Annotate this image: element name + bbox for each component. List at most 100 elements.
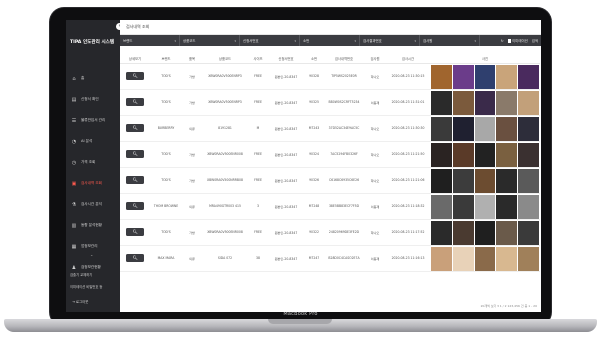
product-photo-thumbnail[interactable] <box>452 194 474 218</box>
laptop-scene: MacBook Pro ‹ TIPA 인도관리 시스템 ⌂홈▤신청서 확인☰물류… <box>0 0 601 337</box>
table-row[interactable]: 🔍︎ TOD'S 가방 XBW0RA0V500ENR008 FREE 원본인-20-834… <box>120 141 540 168</box>
view-detail-button[interactable]: 🔍︎ <box>126 98 144 106</box>
chevron-down-icon: ▾ <box>234 38 236 43</box>
chart-icon: ▥ <box>71 222 77 229</box>
table-row[interactable]: 🔍︎ MAX MARA 의류 SIDA 072 38 원본인-20-8347 M7247 B2… <box>120 245 540 272</box>
cell-result_no: B28D0C4CASO2E7A <box>324 245 364 272</box>
search-button[interactable]: 검색 <box>532 38 538 43</box>
product-photo-thumbnail[interactable] <box>474 116 496 140</box>
product-photo-thumbnail[interactable] <box>431 64 452 88</box>
product-photo-thumbnail[interactable] <box>474 194 496 218</box>
cell-sub: 90324 <box>304 141 324 168</box>
sidebar-item-3[interactable]: ◔ AI 분석 <box>66 131 120 152</box>
logout-button[interactable]: ⇥ 로그아웃 <box>72 299 88 304</box>
cell-app_no: 원본인-20-8347 <box>268 115 304 142</box>
imitation-checkbox[interactable]: 이미테이션 <box>507 38 528 43</box>
reset-icon[interactable]: ↻ <box>501 39 504 43</box>
imitation-label: 이미테이션 <box>512 39 528 43</box>
product-photo-thumbnail[interactable] <box>496 194 518 218</box>
product-photo-thumbnail[interactable] <box>431 116 452 140</box>
product-photo-thumbnail[interactable] <box>518 64 539 88</box>
product-photo-thumbnail[interactable] <box>431 246 452 270</box>
pagination[interactable]: 20개씩 보기 ▾ 1 / 2 123,456 건 중 1 - 20 <box>481 304 537 308</box>
product-photo-thumbnail[interactable] <box>496 220 518 244</box>
table-row[interactable]: 🔍︎ TOD'S 가방 XBW0RA0V500NRRB08 FREE 원본인-20-834… <box>120 167 540 194</box>
sidebar-item-label: 홈 <box>81 76 85 80</box>
sidebar-item-7[interactable]: ▥ 동향 분석현황 <box>66 215 120 236</box>
chevron-down-icon[interactable]: ⌄ <box>90 252 93 257</box>
view-detail-button[interactable]: 🔍︎ <box>126 150 144 158</box>
table-row[interactable]: 🔍︎ TOD'S 가방 XBW0RA0V500ENR008 FREE 원본인-20-834… <box>120 219 540 246</box>
chevron-down-icon: ▾ <box>354 38 356 43</box>
product-photo-thumbnail[interactable] <box>452 116 474 140</box>
table-row[interactable]: 🔍︎ TOD'S 가방 XBW0RA0V500ENRP3 FREE 원본인-20-8347… <box>120 89 540 116</box>
view-detail-button[interactable]: 🔍︎ <box>126 124 144 132</box>
product-photo-thumbnail[interactable] <box>431 168 452 192</box>
filter-select-3[interactable]: 소번 ▾ <box>300 35 360 46</box>
product-photo-thumbnail[interactable] <box>518 142 539 166</box>
cell-app_no: 원본인-20-8347 <box>268 63 304 90</box>
sidebar-link-detector[interactable]: 검출기 교체하기 <box>70 269 102 281</box>
product-photo-thumbnail[interactable] <box>431 194 452 218</box>
sidebar-item-4[interactable]: ◷ 가격 조회 <box>66 152 120 173</box>
product-photo-thumbnail[interactable] <box>452 64 474 88</box>
product-photo-thumbnail[interactable] <box>496 168 518 192</box>
product-photo-thumbnail[interactable] <box>518 168 539 192</box>
product-photo-thumbnail[interactable] <box>431 142 452 166</box>
filter-select-2[interactable]: 신청서번호 ▾ <box>240 35 300 46</box>
cell-size: M <box>248 115 268 142</box>
table-row[interactable]: 🔍︎ TOD'S 가방 XBW0RA0V500ENRP3 FREE 원본인-20-8347… <box>120 63 540 90</box>
product-photo-thumbnail[interactable] <box>496 64 518 88</box>
product-photo-thumbnail[interactable] <box>518 116 539 140</box>
product-photo-thumbnail[interactable] <box>518 90 539 114</box>
product-photo-thumbnail[interactable] <box>474 168 496 192</box>
product-photo-thumbnail[interactable] <box>474 220 496 244</box>
product-photo-thumbnail[interactable] <box>431 90 452 114</box>
view-detail-button[interactable]: 🔍︎ <box>126 202 144 210</box>
photo-cell <box>430 63 540 90</box>
column-header: 검사내역번호 <box>324 54 364 64</box>
sidebar-item-5[interactable]: ▣ 검사내역 조회 <box>66 173 120 194</box>
product-photo-thumbnail[interactable] <box>474 90 496 114</box>
product-photo-thumbnail[interactable] <box>474 246 496 270</box>
filter-select-1[interactable]: 상품코드 ▾ <box>180 35 240 46</box>
sidebar-item-0[interactable]: ⌂ 홈 <box>66 68 120 89</box>
product-photo-thumbnail[interactable] <box>452 246 474 270</box>
cell-brand: MAX MARA <box>150 245 182 272</box>
product-photo-thumbnail[interactable] <box>452 142 474 166</box>
product-photo-thumbnail[interactable] <box>452 220 474 244</box>
view-detail-button[interactable]: 🔍︎ <box>126 176 144 184</box>
sidebar-item-6[interactable]: ⚗ 검사시간 분석 <box>66 194 120 215</box>
filter-select-4[interactable]: 검사결과번호 ▾ <box>360 35 420 46</box>
column-header: 품목 <box>182 54 202 64</box>
cell-size: 3 <box>248 193 268 220</box>
page-title: 검사내역 조회 <box>120 20 541 35</box>
cell-app_no: 원본인-20-8347 <box>268 141 304 168</box>
product-photo-thumbnail[interactable] <box>518 194 539 218</box>
product-photo-thumbnail[interactable] <box>496 90 518 114</box>
product-photo-thumbnail[interactable] <box>496 142 518 166</box>
cell-sub: 90326 <box>304 167 324 194</box>
sidebar-links: 검출기 교체하기 이미테이션 비밀번호 등 <box>70 269 102 293</box>
cell-brand: TOD'S <box>150 89 182 116</box>
table-row[interactable]: 🔍︎ THOM BROWNE 의류 MRA490GTR003 415 3 원본인-20-8… <box>120 193 540 220</box>
view-detail-button[interactable]: 🔍︎ <box>126 72 144 80</box>
table-row[interactable]: 🔍︎ BURBERRY 의류 8191281 M 원본인-20-8347 M7243 37D5… <box>120 115 540 142</box>
sidebar-item-1[interactable]: ▤ 신청서 확인 <box>66 89 120 110</box>
sidebar-link-password[interactable]: 이미테이션 비밀번호 등 <box>70 281 102 293</box>
view-detail-button[interactable]: 🔍︎ <box>126 228 144 236</box>
product-photo-thumbnail[interactable] <box>452 168 474 192</box>
filter-select-5[interactable]: 검사원 ▾ <box>420 35 480 46</box>
product-photo-thumbnail[interactable] <box>431 220 452 244</box>
product-photo-thumbnail[interactable] <box>496 246 518 270</box>
product-photo-thumbnail[interactable] <box>474 142 496 166</box>
product-photo-thumbnail[interactable] <box>496 116 518 140</box>
sidebar-item-2[interactable]: ☰ 물류반입서 관리 <box>66 110 120 131</box>
product-photo-thumbnail[interactable] <box>518 246 539 270</box>
product-photo-thumbnail[interactable] <box>474 64 496 88</box>
product-photo-thumbnail[interactable] <box>518 220 539 244</box>
filter-select-0[interactable]: 브랜드 ▾ <box>120 35 180 46</box>
checkbox-box[interactable] <box>507 39 512 43</box>
product-photo-thumbnail[interactable] <box>452 90 474 114</box>
view-detail-button[interactable]: 🔍︎ <box>126 254 144 262</box>
